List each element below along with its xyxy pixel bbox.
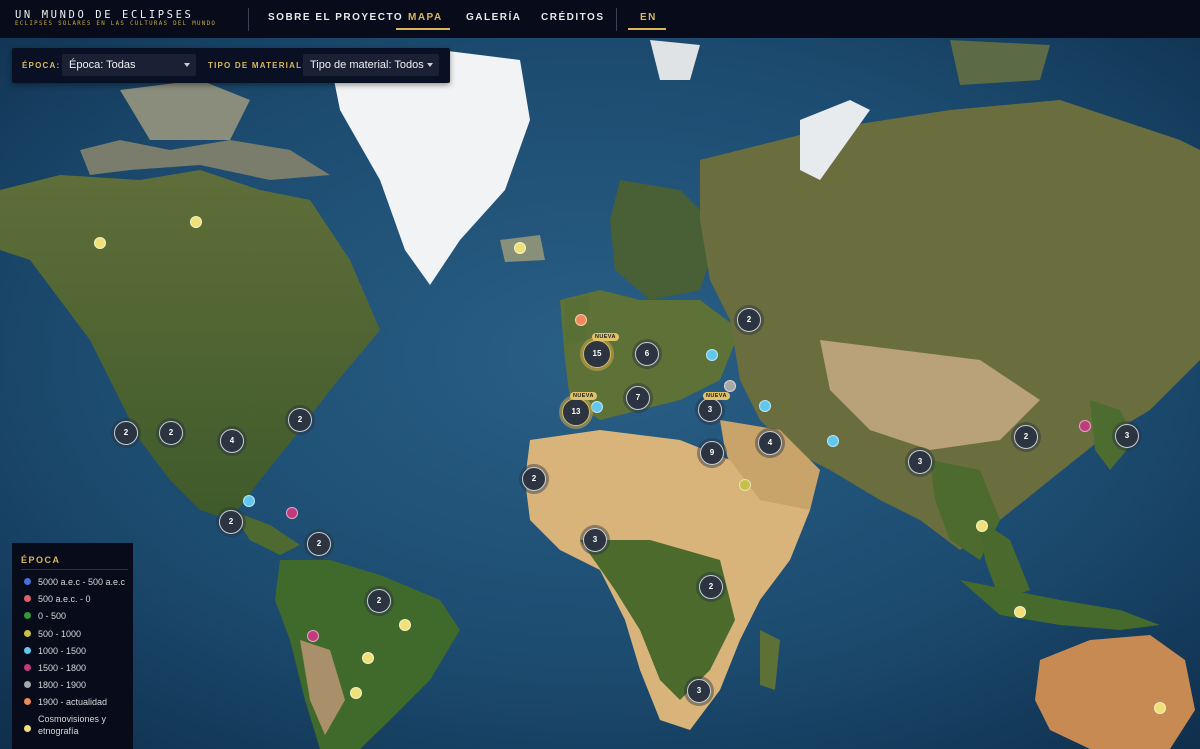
legend-item-label: 5000 a.e.c - 500 a.e.c — [38, 577, 126, 587]
legend-title: ÉPOCA — [21, 555, 61, 565]
map-marker-1000-1500[interactable] — [827, 435, 839, 447]
map-cluster[interactable]: 4 — [220, 429, 244, 453]
epoch-legend: ÉPOCA 5000 a.e.c - 500 a.e.c 500 a.e.c. … — [12, 543, 133, 749]
map-cluster-new[interactable]: 13 — [562, 398, 590, 426]
map-marker-1000-1500[interactable] — [706, 349, 718, 361]
legend-item-label: 1800 - 1900 — [38, 680, 87, 690]
map-cluster[interactable]: 3 — [908, 450, 932, 474]
legend-item-label: Cosmovisiones y etnografía — [38, 714, 107, 736]
language-underline — [628, 28, 666, 30]
legend-color-dot — [24, 681, 31, 688]
site-title[interactable]: UN MUNDO DE ECLIPSES — [15, 9, 193, 21]
map-marker-cosmovision[interactable] — [190, 216, 202, 228]
legend-item-label: 500 - 1000 — [38, 629, 82, 639]
language-switch[interactable]: EN — [640, 12, 657, 23]
legend-color-dot — [24, 725, 31, 732]
map-marker-cosmovision[interactable] — [399, 619, 411, 631]
material-filter-label: TIPO DE MATERIAL: — [208, 61, 307, 70]
map-cluster[interactable]: 2 — [288, 408, 312, 432]
map-cluster[interactable]: 3 — [698, 398, 722, 422]
map-marker-cosmovision[interactable] — [362, 652, 374, 664]
legend-color-dot — [24, 698, 31, 705]
chevron-down-icon — [427, 63, 433, 67]
filter-panel: ÉPOCA: Época: Todas TIPO DE MATERIAL: Ti… — [12, 48, 450, 83]
map-cluster[interactable]: 2 — [737, 308, 761, 332]
map-marker-1500-1800[interactable] — [286, 507, 298, 519]
map-cluster[interactable]: 2 — [219, 510, 243, 534]
map-marker-cosmovision[interactable] — [514, 242, 526, 254]
map-marker-cosmovision[interactable] — [976, 520, 988, 532]
legend-divider — [21, 569, 128, 570]
map-cluster[interactable]: 7 — [626, 386, 650, 410]
legend-item-label: 1000 - 1500 — [38, 646, 87, 656]
new-badge: NUEVA — [592, 333, 619, 341]
satellite-basemap[interactable] — [0, 38, 1200, 749]
map-cluster-new[interactable]: 15 — [583, 340, 611, 368]
chevron-down-icon — [184, 63, 190, 67]
legend-color-dot — [24, 595, 31, 602]
legend-color-dot — [24, 647, 31, 654]
map-cluster[interactable]: 3 — [583, 528, 607, 552]
map-cluster[interactable]: 3 — [687, 679, 711, 703]
new-badge: NUEVA — [703, 392, 730, 400]
map-marker-cosmovision[interactable] — [1014, 606, 1026, 618]
map-cluster[interactable]: 4 — [758, 431, 782, 455]
map-marker-cosmovision[interactable] — [1154, 702, 1166, 714]
site-subtitle: ECLIPSES SOLARES EN LAS CULTURAS DEL MUN… — [15, 21, 217, 27]
new-badge: NUEVA — [570, 392, 597, 400]
map-marker-cosmovision[interactable] — [350, 687, 362, 699]
material-select[interactable]: Tipo de material: Todos — [303, 54, 439, 76]
map-cluster[interactable]: 2 — [367, 589, 391, 613]
map-marker-1500-1800[interactable] — [1079, 420, 1091, 432]
map-cluster[interactable]: 6 — [635, 342, 659, 366]
map-marker-1500-1800[interactable] — [307, 630, 319, 642]
material-select-value: Tipo de material: Todos — [310, 59, 424, 71]
epoch-select-value: Época: Todas — [69, 59, 136, 71]
nav-divider — [616, 8, 617, 31]
map-marker-1000-1500[interactable] — [591, 401, 603, 413]
map-cluster[interactable]: 2 — [522, 467, 546, 491]
nav-gallery[interactable]: GALERÍA — [466, 12, 522, 23]
map-cluster[interactable]: 2 — [114, 421, 138, 445]
top-navigation-bar: UN MUNDO DE ECLIPSES ECLIPSES SOLARES EN… — [0, 0, 1200, 38]
nav-map-active-indicator — [396, 28, 450, 30]
legend-item-label: 1500 - 1800 — [38, 663, 87, 673]
map-cluster[interactable]: 2 — [1014, 425, 1038, 449]
legend-color-dot — [24, 630, 31, 637]
nav-divider — [248, 8, 249, 31]
map-marker-500-1000[interactable] — [739, 479, 751, 491]
map-marker-1900-present[interactable] — [575, 314, 587, 326]
map-cluster[interactable]: 2 — [307, 532, 331, 556]
epoch-select[interactable]: Época: Todas — [62, 54, 196, 76]
map-marker-1000-1500[interactable] — [759, 400, 771, 412]
map-marker-1000-1500[interactable] — [243, 495, 255, 507]
legend-color-dot — [24, 612, 31, 619]
map-cluster[interactable]: 2 — [699, 575, 723, 599]
map-marker-cosmovision[interactable] — [94, 237, 106, 249]
world-map[interactable]: 2 2 4 2 2 2 2 15 NUEVA 6 13 NUEVA 7 3 NU… — [0, 38, 1200, 749]
map-marker-1800-1900[interactable] — [724, 380, 736, 392]
legend-item-label: 1900 - actualidad — [38, 697, 108, 707]
nav-about[interactable]: SOBRE EL PROYECTO — [268, 12, 403, 23]
map-cluster[interactable]: 3 — [1115, 424, 1139, 448]
legend-color-dot — [24, 664, 31, 671]
map-cluster[interactable]: 2 — [159, 421, 183, 445]
legend-item-label: 500 a.e.c. - 0 — [38, 594, 91, 604]
nav-credits[interactable]: CRÉDITOS — [541, 12, 605, 23]
legend-item-label: 0 - 500 — [38, 611, 67, 621]
nav-map[interactable]: MAPA — [408, 12, 443, 23]
epoch-filter-label: ÉPOCA: — [22, 61, 61, 70]
map-cluster[interactable]: 9 — [700, 441, 724, 465]
legend-color-dot — [24, 578, 31, 585]
